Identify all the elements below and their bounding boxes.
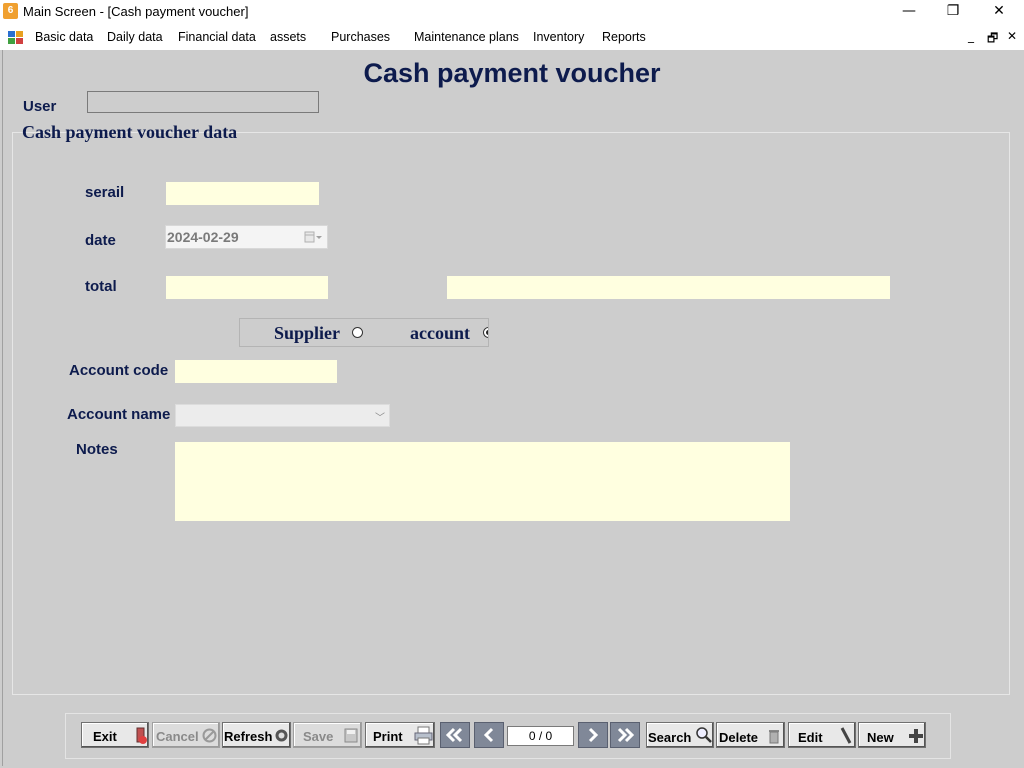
calendar-dropdown-icon[interactable] [304, 230, 324, 244]
print-button-label: Print [373, 729, 403, 744]
account-code-label: Account code [69, 362, 169, 379]
chevron-right-icon [588, 727, 599, 743]
menu-basic-data[interactable]: Basic data [35, 30, 93, 44]
mdi-minimize-button[interactable]: _ [968, 29, 974, 43]
serial-input[interactable] [166, 182, 319, 205]
user-label: User [23, 98, 57, 115]
last-record-button[interactable] [610, 722, 640, 748]
notes-textarea[interactable] [175, 442, 790, 521]
close-button[interactable]: ✕ [976, 0, 1022, 24]
record-position: 0 / 0 [507, 726, 574, 746]
first-record-button[interactable] [440, 722, 470, 748]
supplier-radio-label[interactable]: Supplier [274, 323, 340, 344]
new-button[interactable]: New [858, 722, 926, 748]
edit-button-label: Edit [798, 730, 823, 745]
cancel-button-label: Cancel [156, 729, 199, 744]
menu-maintenance-plans[interactable]: Maintenance plans [414, 30, 519, 44]
search-icon [696, 727, 712, 743]
minimize-button[interactable]: — [886, 0, 932, 24]
title-bar: 6 Main Screen - [Cash payment voucher] —… [0, 0, 1024, 24]
save-button-label: Save [303, 729, 334, 744]
menu-daily-data[interactable]: Daily data [107, 30, 163, 44]
next-record-button[interactable] [578, 722, 608, 748]
account-code-input[interactable] [175, 360, 337, 383]
user-field[interactable] [87, 91, 319, 113]
serial-label: serail [85, 184, 125, 201]
menu-bar: Basic data Daily data Financial data ass… [0, 24, 1024, 50]
double-chevron-right-icon [617, 727, 635, 743]
refresh-button-label: Refresh [224, 729, 273, 744]
total-input[interactable] [166, 276, 328, 299]
trash-icon [769, 730, 779, 744]
save-icon [344, 728, 358, 743]
app-icon: 6 [3, 3, 18, 19]
page-title: Cash payment voucher [363, 58, 661, 88]
payee-type-group: Supplier account [239, 318, 489, 347]
date-value: 2024-02-29 [167, 229, 239, 245]
cancel-button[interactable]: Cancel [152, 722, 220, 748]
printer-icon [414, 726, 433, 745]
search-button-label: Search [648, 730, 692, 745]
total-label: total [85, 278, 117, 295]
search-button[interactable]: Search [646, 722, 714, 748]
window-title: Main Screen - [Cash payment voucher] [23, 4, 249, 19]
supplier-radio[interactable] [352, 327, 363, 338]
notes-label: Notes [76, 441, 118, 458]
menu-assets[interactable]: assets [270, 30, 306, 44]
account-name-label: Account name [67, 406, 171, 423]
account-name-select[interactable]: ﹀ [175, 404, 390, 427]
refresh-icon [275, 729, 288, 742]
double-chevron-left-icon [445, 727, 463, 743]
pencil-icon [840, 727, 852, 744]
new-button-label: New [867, 730, 894, 745]
total-in-words-input[interactable] [447, 276, 890, 299]
group-title: Cash payment voucher data [22, 122, 238, 142]
plus-icon [909, 729, 923, 743]
delete-button[interactable]: Delete [716, 722, 785, 748]
account-radio[interactable] [483, 327, 488, 338]
refresh-button[interactable]: Refresh [222, 722, 291, 748]
exit-icon [136, 727, 147, 744]
menu-financial-data[interactable]: Financial data [178, 30, 256, 44]
date-picker[interactable]: 2024-02-29 [165, 225, 328, 249]
print-button[interactable]: Print [365, 722, 435, 748]
chevron-left-icon [483, 727, 494, 743]
chevron-down-icon[interactable]: ﹀ [375, 409, 385, 424]
restore-button[interactable]: ❐ [930, 0, 976, 24]
save-button[interactable]: Save [293, 722, 362, 748]
mdi-close-button[interactable]: ✕ [1007, 29, 1017, 43]
previous-record-button[interactable] [474, 722, 504, 748]
account-radio-label[interactable]: account [410, 323, 470, 344]
date-label: date [85, 232, 116, 249]
edit-button[interactable]: Edit [788, 722, 856, 748]
delete-button-label: Delete [719, 730, 759, 745]
document-icon[interactable] [8, 30, 23, 44]
menu-inventory[interactable]: Inventory [533, 30, 584, 44]
exit-button[interactable]: Exit [81, 722, 149, 748]
exit-button-label: Exit [93, 729, 117, 744]
menu-purchases[interactable]: Purchases [331, 30, 390, 44]
menu-reports[interactable]: Reports [602, 30, 646, 44]
cancel-icon [202, 728, 217, 743]
mdi-restore-button[interactable]: 🗗 [987, 29, 998, 50]
